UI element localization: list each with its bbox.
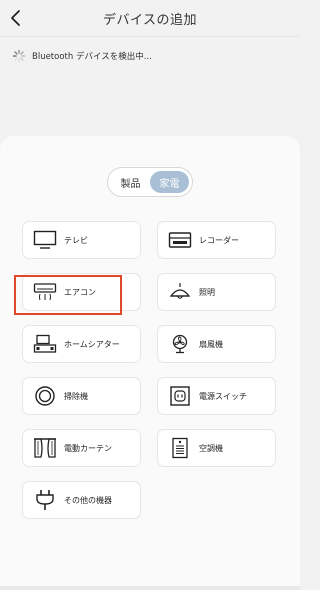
device-label: レコーダー [199, 235, 239, 245]
device-card-recorder[interactable]: レコーダー [157, 221, 276, 259]
device-card-tv[interactable]: テレビ [22, 221, 141, 259]
page-title: デバイスの追加 [102, 13, 198, 28]
category-toggle: 製品 家電 [107, 167, 193, 197]
device-label: ホームシアター [64, 339, 120, 349]
toggle-appliances[interactable]: 家電 [150, 171, 189, 193]
search-status: Bluetooth デバイスを検出中... [12, 49, 152, 63]
plug-icon [32, 489, 58, 511]
device-card-home-theater[interactable]: ホームシアター [22, 325, 141, 363]
device-card-vacuum[interactable]: 掃除機 [22, 377, 141, 415]
device-card-air-purifier[interactable]: 空調機 [157, 429, 276, 467]
device-card-air-conditioner[interactable]: エアコン [22, 273, 141, 311]
curtain-icon [32, 437, 58, 459]
tv-icon [32, 229, 58, 251]
device-label: 照明 [199, 287, 215, 297]
device-card-fan[interactable]: 扇風機 [157, 325, 276, 363]
device-label: 扇風機 [199, 339, 223, 349]
device-card-curtain[interactable]: 電動カーテン [22, 429, 141, 467]
device-label: その他の機器 [64, 495, 112, 505]
status-text: Bluetooth デバイスを検出中... [32, 52, 152, 62]
device-card-power-switch[interactable]: 電源スイッチ [157, 377, 276, 415]
device-label: 掃除機 [64, 391, 88, 401]
device-label: 電源スイッチ [199, 391, 247, 401]
recorder-icon [167, 229, 193, 251]
screen: デバイスの追加 Bluetooth デバイスを検出中... 製品 家電 テレビ … [0, 0, 300, 590]
device-card-lamp[interactable]: 照明 [157, 273, 276, 311]
bottom-bar [0, 586, 300, 590]
power-switch-icon [167, 385, 193, 407]
header: デバイスの追加 [0, 0, 300, 36]
device-label: テレビ [64, 235, 88, 245]
fan-icon [167, 333, 193, 355]
header-divider [0, 36, 300, 37]
loading-spinner-icon [12, 49, 26, 63]
device-label: エアコン [64, 287, 96, 297]
air-purifier-icon [167, 437, 193, 459]
lamp-icon [167, 281, 193, 303]
device-label: 電動カーテン [64, 443, 112, 453]
vacuum-icon [32, 385, 58, 407]
device-card-other[interactable]: その他の機器 [22, 481, 141, 519]
toggle-products[interactable]: 製品 [111, 171, 150, 193]
device-label: 空調機 [199, 443, 223, 453]
air-conditioner-icon [32, 281, 58, 303]
home-theater-icon [32, 333, 58, 355]
